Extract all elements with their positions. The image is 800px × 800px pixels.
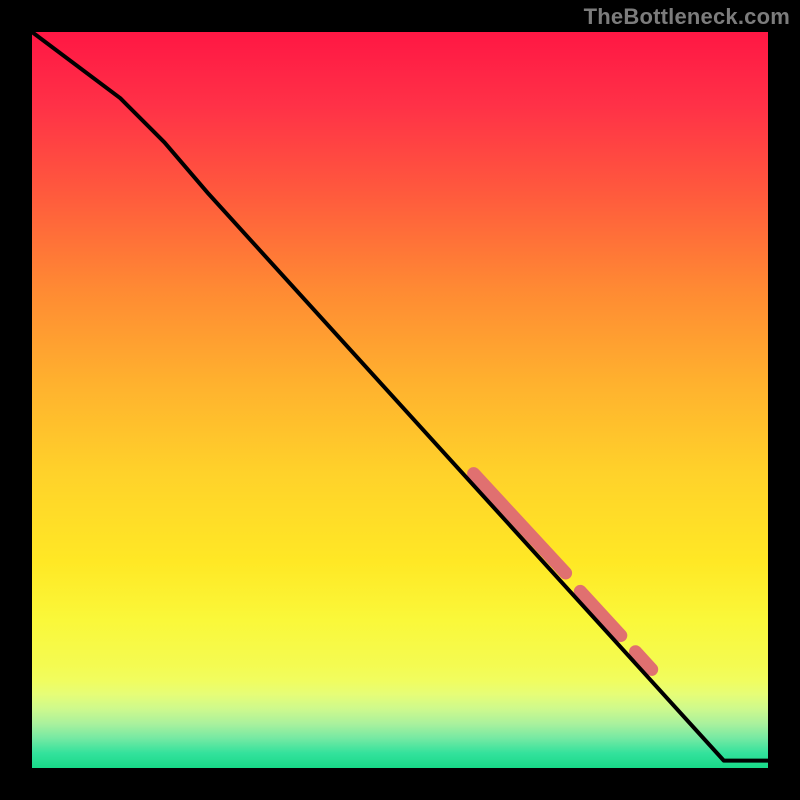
attribution-label: TheBottleneck.com bbox=[584, 4, 790, 30]
plot-area bbox=[32, 32, 768, 768]
highlight-segment bbox=[580, 591, 621, 635]
overlay-svg bbox=[32, 32, 768, 768]
highlight-segment bbox=[474, 474, 566, 573]
highlighted-segments bbox=[474, 474, 652, 670]
main-curve bbox=[32, 32, 768, 761]
chart-stage: TheBottleneck.com bbox=[0, 0, 800, 800]
